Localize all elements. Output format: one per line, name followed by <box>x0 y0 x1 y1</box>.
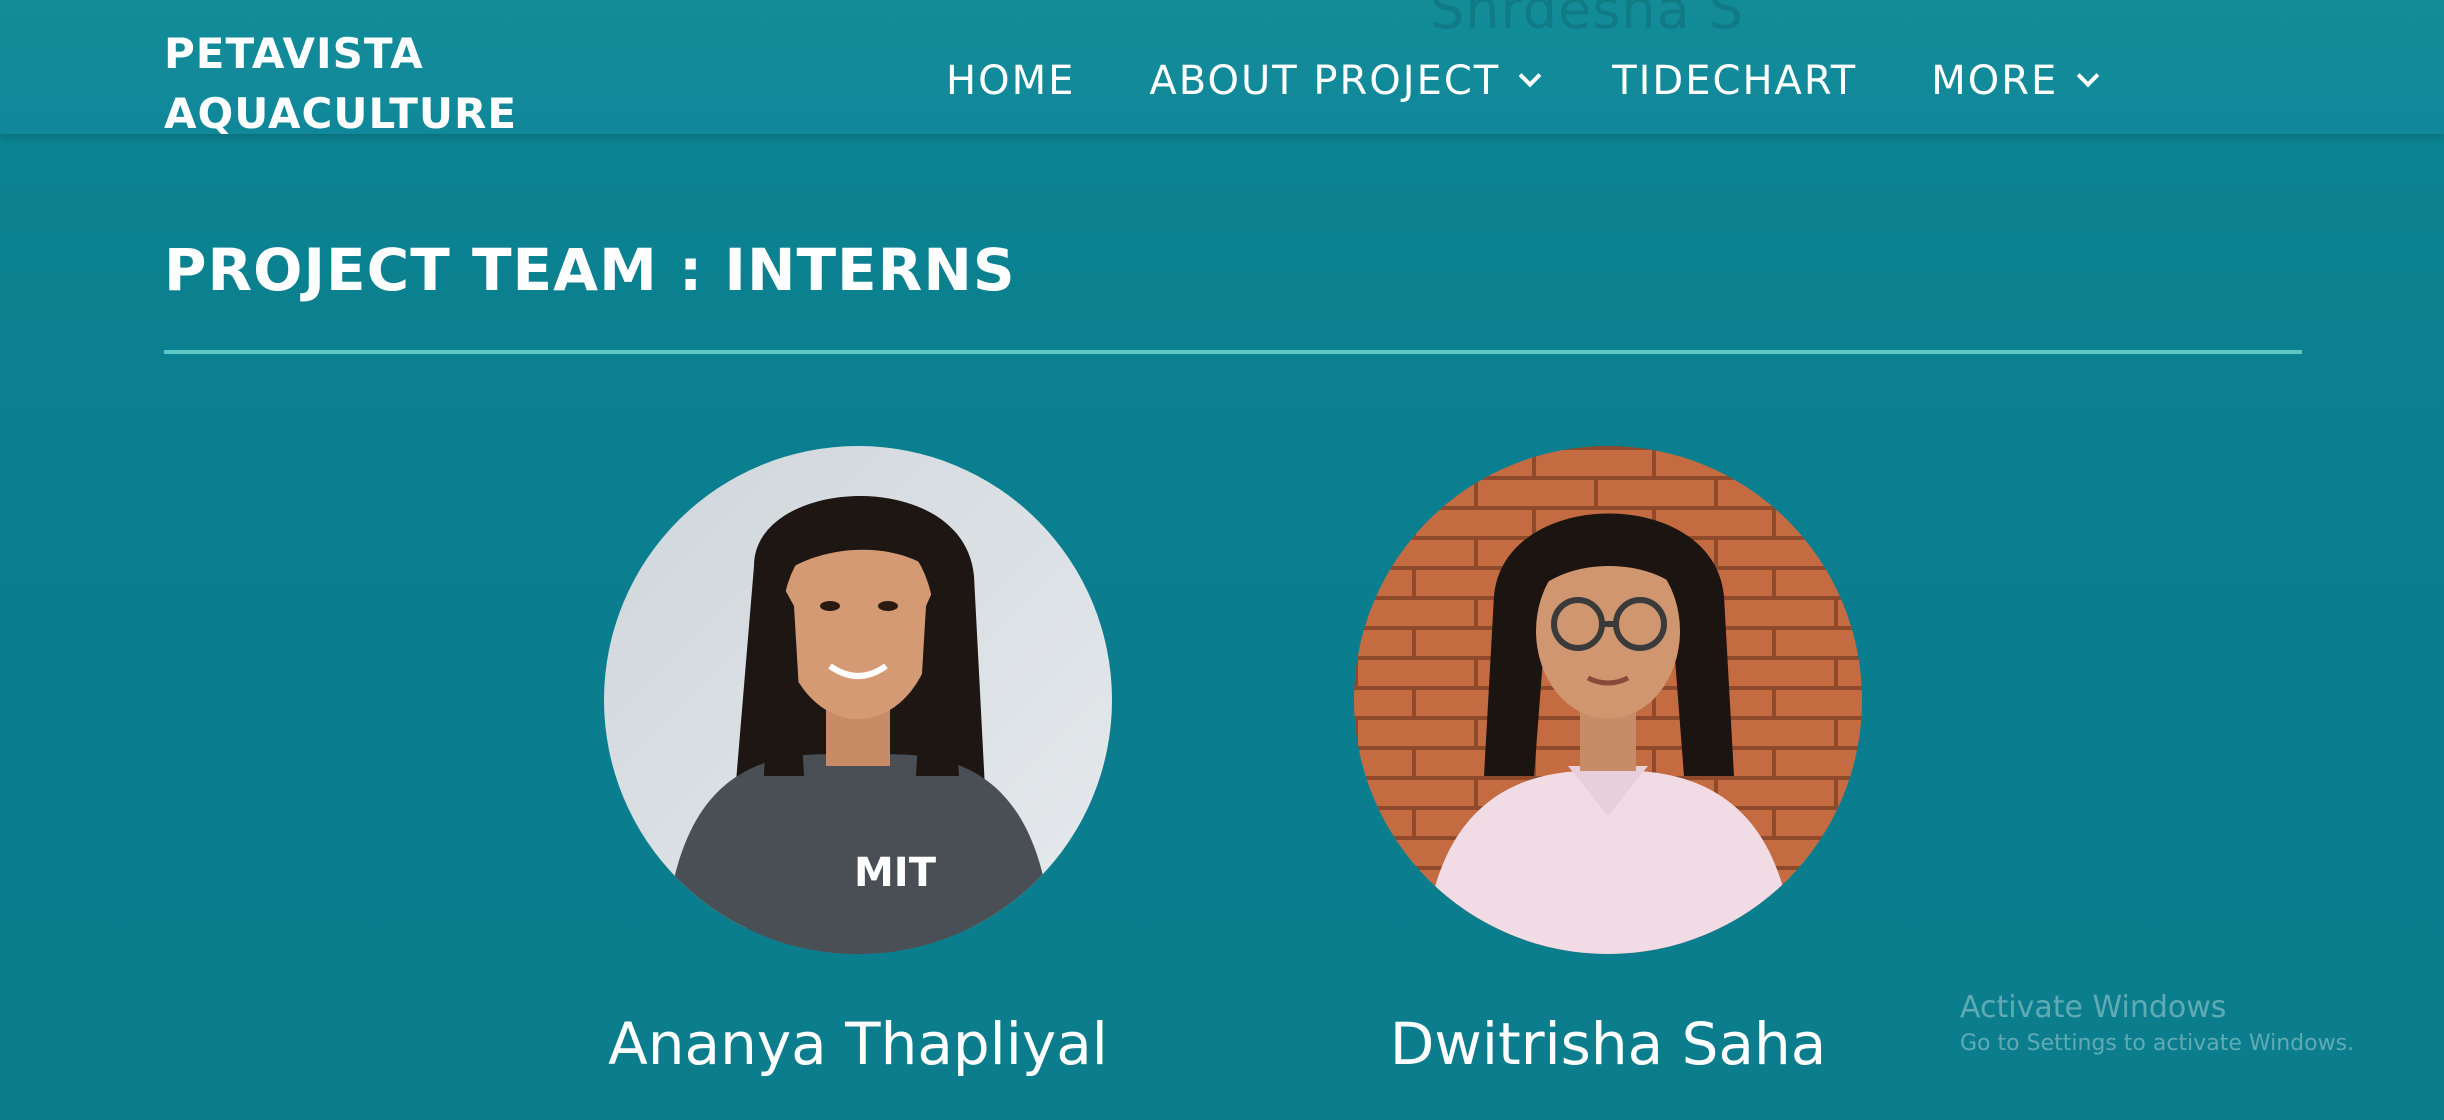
avatar: MIT <box>604 446 1112 954</box>
site-header: Shrdesha S PETAVISTA AQUACULTURE HOME AB… <box>0 0 2444 138</box>
nav-tidechart[interactable]: TIDECHART <box>1612 58 1857 104</box>
watermark-subtitle: Go to Settings to activate Windows. <box>1960 1031 2355 1056</box>
site-logo[interactable]: PETAVISTA AQUACULTURE <box>164 24 517 144</box>
chevron-down-icon <box>1518 64 1542 88</box>
main-nav: HOME ABOUT PROJECT TIDECHART MORE <box>946 58 2100 104</box>
nav-about-project[interactable]: ABOUT PROJECT <box>1149 58 1542 104</box>
nav-tidechart-label: TIDECHART <box>1612 58 1858 104</box>
team-member-card: Dwitrisha Saha <box>1338 446 1878 1078</box>
ghost-heading-text: Shrdesha S <box>1430 0 1745 41</box>
member-name: Ananya Thapliyal <box>608 1010 1108 1078</box>
avatar <box>1354 446 1862 954</box>
page: Shrdesha S PETAVISTA AQUACULTURE HOME AB… <box>0 0 2444 1120</box>
brand-line-2: AQUACULTURE <box>164 89 518 138</box>
chevron-down-icon <box>2076 64 2100 88</box>
nav-home[interactable]: HOME <box>946 58 1075 104</box>
watermark-title: Activate Windows <box>1960 990 2227 1025</box>
svg-text:MIT: MIT <box>854 850 937 896</box>
brand-line-1: PETAVISTA <box>164 29 424 78</box>
section-title: PROJECT TEAM : INTERNS <box>164 236 1016 304</box>
person-photo: MIT <box>604 446 1112 954</box>
team-member-card: MIT Ananya Thapliyal <box>588 446 1128 1078</box>
member-name: Dwitrisha Saha <box>1389 1010 1827 1078</box>
nav-more[interactable]: MORE <box>1931 58 2100 104</box>
activate-windows-watermark: Activate Windows Go to Settings to activ… <box>1960 990 2354 1056</box>
nav-home-label: HOME <box>946 58 1076 104</box>
nav-about-project-label: ABOUT PROJECT <box>1149 58 1501 104</box>
section-divider <box>164 350 2302 354</box>
person-photo <box>1354 446 1862 954</box>
nav-more-label: MORE <box>1931 58 2059 104</box>
